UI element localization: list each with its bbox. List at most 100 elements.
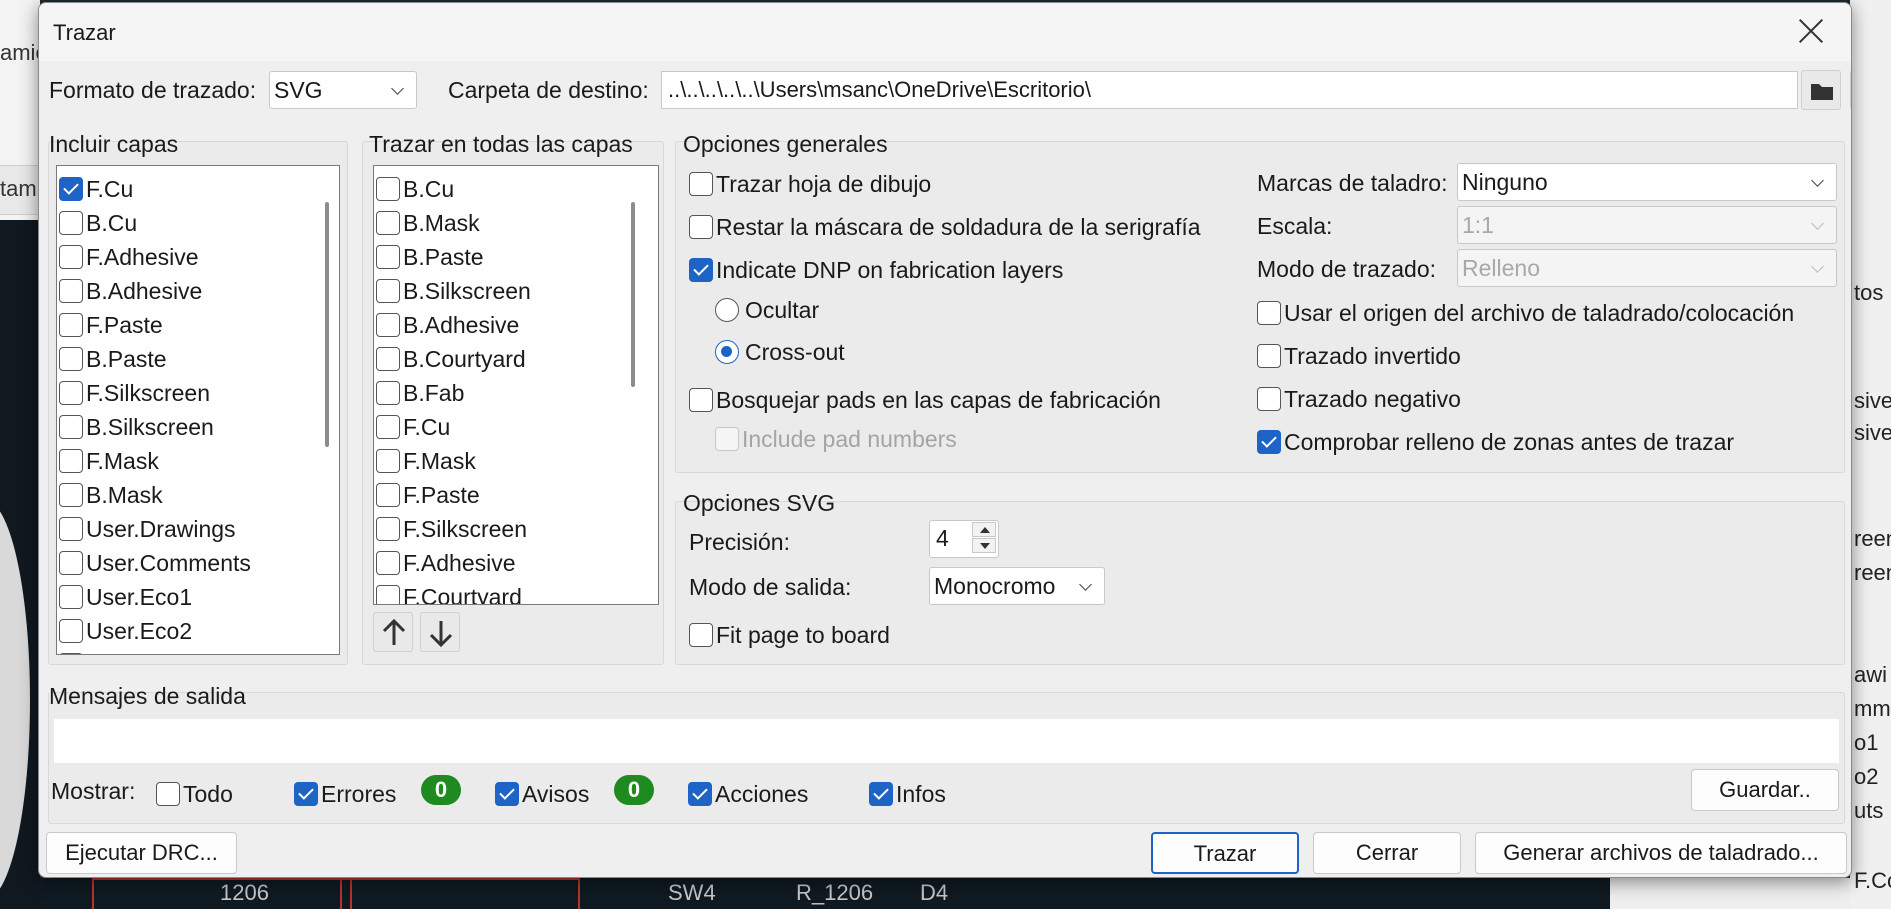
crossout-radio[interactable] <box>715 339 739 364</box>
layer-list-item[interactable]: B.Paste <box>59 340 167 374</box>
layer-checkbox[interactable] <box>376 278 400 303</box>
layer-list-item[interactable]: B.Cu <box>59 204 137 238</box>
check-zones-checkbox[interactable] <box>1257 429 1281 454</box>
layer-list-item[interactable]: F.Cu <box>59 170 133 204</box>
layer-list-item[interactable]: B.Cu <box>376 170 454 204</box>
layer-list-item[interactable]: F.Adhesive <box>59 238 199 272</box>
layer-list-item[interactable]: B.Silkscreen <box>376 272 531 306</box>
move-down-button[interactable] <box>420 612 460 652</box>
hide-radio[interactable] <box>715 297 739 322</box>
layer-list-item[interactable]: B.Adhesive <box>59 272 202 306</box>
all-layers-list[interactable]: B.Cu B.Mask B.Paste B.Silkscreen B.Adhesive B… <box>373 165 659 605</box>
precision-spinner[interactable]: 4 <box>929 520 999 558</box>
filter-errors-option[interactable]: Errores <box>294 777 396 809</box>
layer-list-item[interactable]: F.Cu <box>376 408 450 442</box>
dest-folder-input[interactable]: ..\..\..\..\..\Users\msanc\OneDrive\Escr… <box>661 71 1798 109</box>
layer-checkbox[interactable] <box>59 652 83 654</box>
layer-checkbox[interactable] <box>59 550 83 575</box>
layer-checkbox[interactable] <box>59 482 83 507</box>
include-layers-list[interactable]: F.Cu B.Cu F.Adhesive B.Adhesive F.Paste B.Pas… <box>56 165 340 655</box>
mirrored-option[interactable]: Trazado invertido <box>1257 339 1461 371</box>
filter-infos-checkbox[interactable] <box>869 781 893 806</box>
subtract-mask-checkbox[interactable] <box>689 214 713 239</box>
output-mode-select[interactable]: Monocromo <box>929 567 1105 605</box>
sketch-pads-option[interactable]: Bosquejar pads en las capas de fabricaci… <box>689 383 1161 415</box>
layer-checkbox[interactable] <box>59 278 83 303</box>
generate-drill-files-button[interactable]: Generar archivos de taladrado... <box>1475 832 1847 874</box>
negative-checkbox[interactable] <box>1257 386 1281 411</box>
open-folder-button[interactable] <box>1850 70 1851 110</box>
use-origin-option[interactable]: Usar el origen del archivo de taladrado/… <box>1257 296 1794 328</box>
layer-list-item[interactable]: B.Silkscreen <box>59 408 214 442</box>
layer-list-item[interactable]: User.Drawings <box>59 510 236 544</box>
layer-checkbox[interactable] <box>376 312 400 337</box>
layer-checkbox[interactable] <box>376 346 400 371</box>
layer-list-item[interactable]: User.Eco2 <box>59 612 192 646</box>
spin-up-button[interactable] <box>972 522 996 537</box>
hide-option[interactable]: Ocultar <box>715 293 819 325</box>
filter-all-checkbox[interactable] <box>156 781 180 806</box>
layer-checkbox[interactable] <box>59 380 83 405</box>
save-messages-button[interactable]: Guardar.. <box>1691 769 1839 811</box>
layer-list-item[interactable]: B.Adhesive <box>376 306 519 340</box>
layer-list-item[interactable]: User.Eco1 <box>59 578 192 612</box>
fit-page-option[interactable]: Fit page to board <box>689 618 890 650</box>
layer-checkbox[interactable] <box>59 312 83 337</box>
layer-checkbox[interactable] <box>59 346 83 371</box>
layer-list-item[interactable] <box>59 646 86 654</box>
layer-checkbox[interactable] <box>376 516 400 541</box>
layer-list-item[interactable]: F.Adhesive <box>376 544 516 578</box>
layer-checkbox[interactable] <box>59 584 83 609</box>
filter-actions-option[interactable]: Acciones <box>688 777 808 809</box>
filter-errors-checkbox[interactable] <box>294 781 318 806</box>
move-up-button[interactable] <box>373 612 413 652</box>
run-drc-button[interactable]: Ejecutar DRC... <box>46 832 237 874</box>
layer-list-item[interactable]: B.Mask <box>59 476 163 510</box>
layer-list-item[interactable]: F.Mask <box>376 442 476 476</box>
negative-option[interactable]: Trazado negativo <box>1257 382 1461 414</box>
layer-list-item[interactable]: F.Courtyard <box>376 578 522 604</box>
check-zones-option[interactable]: Comprobar relleno de zonas antes de traz… <box>1257 425 1734 457</box>
layer-list-item[interactable]: F.Paste <box>376 476 480 510</box>
layer-checkbox[interactable] <box>376 244 400 269</box>
crossout-option[interactable]: Cross-out <box>715 335 845 367</box>
indicate-dnp-checkbox[interactable] <box>689 257 713 282</box>
fit-page-checkbox[interactable] <box>689 622 713 647</box>
use-origin-checkbox[interactable] <box>1257 300 1281 325</box>
indicate-dnp-option[interactable]: Indicate DNP on fabrication layers <box>689 253 1063 285</box>
layer-list-item[interactable]: F.Paste <box>59 306 163 340</box>
layer-checkbox[interactable] <box>59 176 83 201</box>
layer-list-item[interactable]: F.Silkscreen <box>376 510 527 544</box>
layer-checkbox[interactable] <box>376 380 400 405</box>
messages-output[interactable] <box>54 719 1839 763</box>
mirrored-checkbox[interactable] <box>1257 343 1281 368</box>
drill-marks-select[interactable]: Ninguno <box>1457 163 1837 201</box>
layer-checkbox[interactable] <box>59 244 83 269</box>
subtract-mask-option[interactable]: Restar la máscara de soldadura de la ser… <box>689 210 1201 242</box>
layer-list-item[interactable]: B.Paste <box>376 238 484 272</box>
layer-checkbox[interactable] <box>376 584 400 604</box>
filter-infos-option[interactable]: Infos <box>869 777 946 809</box>
layer-checkbox[interactable] <box>376 176 400 201</box>
filter-warnings-checkbox[interactable] <box>495 781 519 806</box>
layer-checkbox[interactable] <box>59 618 83 643</box>
filter-warnings-option[interactable]: Avisos <box>495 777 589 809</box>
layer-list-item[interactable]: B.Fab <box>376 374 464 408</box>
layer-checkbox[interactable] <box>59 516 83 541</box>
plot-button[interactable]: Trazar <box>1151 832 1299 874</box>
layer-checkbox[interactable] <box>59 210 83 235</box>
filter-actions-checkbox[interactable] <box>688 781 712 806</box>
layer-list-item[interactable]: User.Comments <box>59 544 251 578</box>
sketch-pads-checkbox[interactable] <box>689 387 713 412</box>
plot-sheet-checkbox[interactable] <box>689 171 713 196</box>
close-button[interactable]: Cerrar <box>1313 832 1461 874</box>
layer-checkbox[interactable] <box>59 448 83 473</box>
scrollbar[interactable] <box>325 202 329 447</box>
browse-folder-button[interactable] <box>1801 70 1841 110</box>
scrollbar[interactable] <box>631 202 635 387</box>
layer-list-item[interactable]: F.Mask <box>59 442 159 476</box>
layer-checkbox[interactable] <box>376 414 400 439</box>
plot-sheet-option[interactable]: Trazar hoja de dibujo <box>689 167 931 199</box>
close-icon[interactable] <box>1793 13 1829 49</box>
layer-list-item[interactable]: B.Mask <box>376 204 480 238</box>
